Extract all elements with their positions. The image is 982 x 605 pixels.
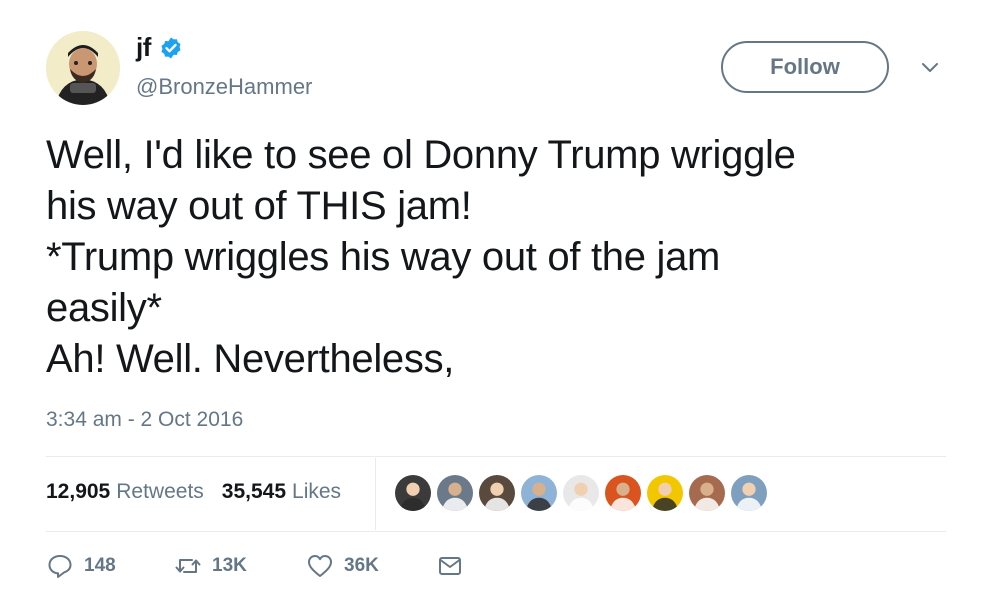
- tweet-line: easily*: [46, 286, 162, 330]
- tweet-card: jf @BronzeHammer Follow Well, I'd like t…: [0, 0, 982, 605]
- retweets-stat[interactable]: 12,905 Retweets: [46, 480, 204, 504]
- liker-avatar-1[interactable]: [394, 474, 432, 512]
- likes-stat[interactable]: 35,545 Likes: [222, 480, 341, 504]
- tweet-timestamp[interactable]: 3:34 am - 2 Oct 2016: [46, 408, 243, 432]
- user-handle[interactable]: @BronzeHammer: [136, 74, 312, 100]
- user-avatar[interactable]: [46, 31, 120, 105]
- liker-avatar-6[interactable]: [604, 474, 642, 512]
- avatar-7-image: [647, 475, 683, 511]
- avatar-5-image: [563, 475, 599, 511]
- follow-button[interactable]: Follow: [721, 41, 889, 93]
- liker-avatar-4[interactable]: [520, 474, 558, 512]
- like-button[interactable]: 36K: [306, 552, 379, 580]
- liker-avatar-7[interactable]: [646, 474, 684, 512]
- retweet-count: 13K: [212, 555, 247, 576]
- tweet-line: Ah! Well. Nevertheless,: [46, 337, 455, 381]
- reply-count: 148: [84, 555, 116, 576]
- retweets-count: 12,905: [46, 480, 111, 503]
- avatar-1-image: [395, 475, 431, 511]
- likes-count: 35,545: [221, 480, 287, 503]
- tweet-text: Well, I'd like to see ol Donny Trump wri…: [46, 130, 936, 385]
- author-name-row[interactable]: jf: [136, 32, 183, 63]
- likes-label: Likes: [292, 480, 342, 503]
- liker-avatar-2[interactable]: [436, 474, 474, 512]
- liker-avatar-5[interactable]: [562, 474, 600, 512]
- tweet-line: Well, I'd like to see ol Donny Trump wri…: [46, 133, 796, 177]
- tweet-stats: 12,905 Retweets 35,545 Likes: [46, 480, 341, 504]
- liker-avatar-9[interactable]: [730, 474, 768, 512]
- liker-avatars: [394, 474, 768, 512]
- chevron-down-icon[interactable]: [919, 56, 941, 78]
- liker-avatar-3[interactable]: [478, 474, 516, 512]
- retweet-button[interactable]: 13K: [174, 552, 247, 580]
- avatar-2-image: [437, 475, 473, 511]
- reply-button[interactable]: 148: [46, 552, 116, 580]
- divider-bottom: [46, 531, 946, 532]
- avatar-image: [46, 31, 120, 105]
- like-count: 36K: [344, 555, 379, 576]
- direct-message-button[interactable]: [436, 552, 464, 580]
- stats-separator: [375, 458, 376, 530]
- heart-icon: [308, 555, 332, 577]
- tweet-line: *Trump wriggles his way out of the jam: [46, 235, 721, 279]
- avatar-8-image: [689, 475, 725, 511]
- retweets-label: Retweets: [116, 480, 204, 503]
- avatar-3-image: [479, 475, 515, 511]
- display-name[interactable]: jf: [136, 32, 151, 63]
- avatar-6-image: [605, 475, 641, 511]
- verified-badge-icon: [161, 37, 181, 58]
- tweet-line: his way out of THIS jam!: [46, 184, 472, 228]
- avatar-4-image: [521, 475, 557, 511]
- liker-avatar-8[interactable]: [688, 474, 726, 512]
- divider-top: [46, 456, 946, 457]
- avatar-9-image: [731, 475, 767, 511]
- envelope-icon: [439, 557, 461, 575]
- retweet-icon: [175, 559, 201, 573]
- reply-icon: [48, 555, 72, 578]
